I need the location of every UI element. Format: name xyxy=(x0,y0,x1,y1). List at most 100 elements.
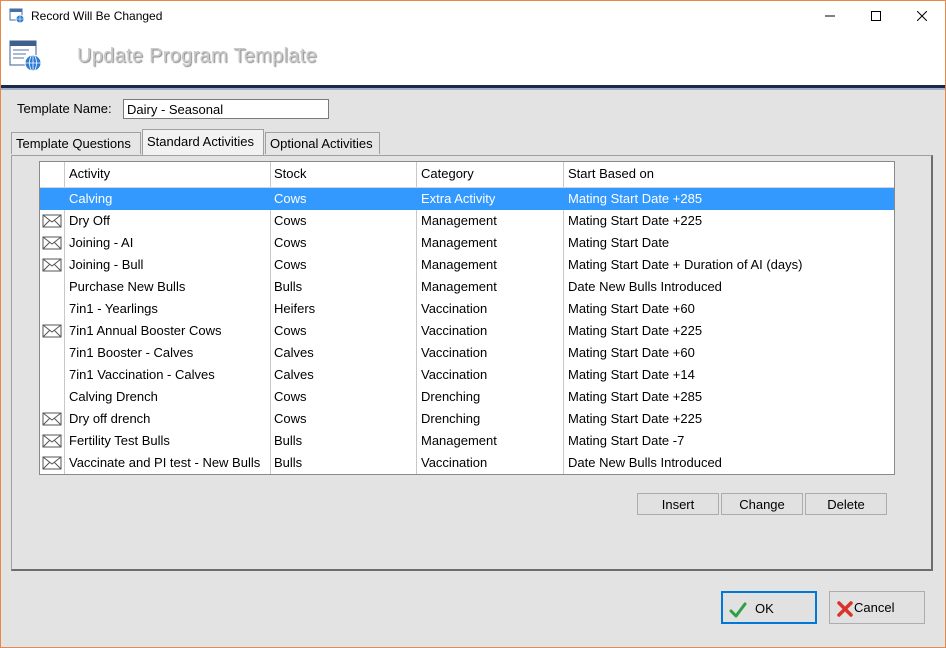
cell-activity: Calving Drench xyxy=(69,389,158,404)
cell-start: Mating Start Date xyxy=(568,235,670,250)
activities-grid[interactable]: Activity Stock Category Start Based on C… xyxy=(39,161,895,475)
cell-category: Management xyxy=(421,235,497,250)
cell-start: Mating Start Date +60 xyxy=(568,301,695,316)
cell-activity: Dry Off xyxy=(69,213,110,228)
column-header-stock[interactable]: Stock xyxy=(274,163,307,185)
dialog-window: Record Will Be Changed Update Program Te… xyxy=(0,0,946,648)
tab-label: Template Questions xyxy=(16,136,131,151)
template-name-input[interactable] xyxy=(123,99,329,119)
cancel-button[interactable]: Cancel xyxy=(829,591,925,624)
table-row[interactable]: Joining - AI Cows Management Mating Start D… xyxy=(40,232,894,254)
cell-category: Extra Activity xyxy=(421,191,496,206)
cell-stock: Bulls xyxy=(274,455,303,470)
tab-template-questions[interactable]: Template Questions xyxy=(11,132,141,154)
cell-start: Mating Start Date +225 xyxy=(568,213,703,228)
header-banner: Update Program Template xyxy=(1,31,945,85)
cell-start: Mating Start Date +285 xyxy=(568,191,703,206)
cell-activity: Joining - Bull xyxy=(69,257,144,272)
maximize-button[interactable] xyxy=(853,1,899,31)
cell-activity: 7in1 Vaccination - Calves xyxy=(69,367,215,382)
cell-activity: 7in1 Booster - Calves xyxy=(69,345,194,360)
insert-button-label: Insert xyxy=(661,497,695,512)
cell-stock: Bulls xyxy=(274,433,303,448)
cell-stock: Heifers xyxy=(274,301,316,316)
table-row[interactable]: 7in1 - Yearlings Heifers Vaccination Mating… xyxy=(40,298,894,320)
cell-category: Vaccination xyxy=(421,323,488,338)
envelope-icon xyxy=(42,258,62,272)
close-icon xyxy=(917,11,927,21)
cell-activity: Calving xyxy=(69,191,113,206)
cell-activity: 7in1 - Yearlings xyxy=(69,301,158,316)
ok-button[interactable]: OK xyxy=(721,591,817,624)
grid-header-row: Activity Stock Category Start Based on xyxy=(40,163,894,185)
minimize-button[interactable] xyxy=(807,1,853,31)
table-row[interactable]: Vaccinate and PI test - New Bulls Bulls Va… xyxy=(40,452,894,474)
envelope-icon xyxy=(42,434,62,448)
insert-button[interactable]: Insert xyxy=(637,493,719,515)
envelope-icon xyxy=(42,236,62,250)
cell-category: Drenching xyxy=(421,411,481,426)
minimize-icon xyxy=(825,15,835,17)
cell-start: Date New Bulls Introduced xyxy=(568,455,722,470)
table-row-selected[interactable]: Calving Cows Extra Activity Mating Start Da… xyxy=(40,188,894,210)
column-header-activity[interactable]: Activity xyxy=(69,163,110,185)
cell-start: Mating Start Date -7 xyxy=(568,433,685,448)
tab-label: Optional Activities xyxy=(270,136,373,151)
cell-stock: Calves xyxy=(274,345,314,360)
cell-start: Mating Start Date +225 xyxy=(568,323,703,338)
template-name-label: Template Name: xyxy=(17,101,112,116)
cell-stock: Cows xyxy=(274,213,307,228)
column-header-category[interactable]: Category xyxy=(421,163,474,185)
cell-category: Vaccination xyxy=(421,455,488,470)
cell-start: Mating Start Date + Duration of AI (days… xyxy=(568,257,803,272)
cell-start: Date New Bulls Introduced xyxy=(568,279,722,294)
table-row[interactable]: Dry off drench Cows Drenching Mating Start … xyxy=(40,408,894,430)
maximize-icon xyxy=(871,11,881,21)
table-row[interactable]: 7in1 Vaccination - Calves Calves Vaccinati… xyxy=(40,364,894,386)
cell-start: Mating Start Date +60 xyxy=(568,345,695,360)
cell-category: Management xyxy=(421,433,497,448)
envelope-icon xyxy=(42,324,62,338)
table-row[interactable]: Calving Drench Cows Drenching Mating Start … xyxy=(40,386,894,408)
template-globe-icon xyxy=(9,40,42,72)
cell-category: Management xyxy=(421,213,497,228)
tab-standard-activities[interactable]: Standard Activities xyxy=(142,129,264,155)
envelope-icon xyxy=(42,412,62,426)
cell-activity: 7in1 Annual Booster Cows xyxy=(69,323,222,338)
cell-activity: Purchase New Bulls xyxy=(69,279,186,294)
cell-stock: Cows xyxy=(274,411,307,426)
table-row[interactable]: Fertility Test Bulls Bulls Management Matin… xyxy=(40,430,894,452)
tab-optional-activities[interactable]: Optional Activities xyxy=(265,132,380,154)
delete-button[interactable]: Delete xyxy=(805,493,887,515)
cell-stock: Cows xyxy=(274,389,307,404)
header-divider-accent xyxy=(1,88,945,90)
cell-stock: Cows xyxy=(274,257,307,272)
cell-start: Mating Start Date +225 xyxy=(568,411,703,426)
table-row[interactable]: Purchase New Bulls Bulls Management Date Ne… xyxy=(40,276,894,298)
cell-category: Vaccination xyxy=(421,345,488,360)
ok-button-label: OK xyxy=(755,601,774,616)
cell-category: Management xyxy=(421,257,497,272)
table-row[interactable]: Joining - Bull Cows Management Mating Start… xyxy=(40,254,894,276)
tab-label: Standard Activities xyxy=(147,134,254,149)
close-button[interactable] xyxy=(899,1,945,31)
delete-button-label: Delete xyxy=(827,497,865,512)
cell-stock: Bulls xyxy=(274,279,303,294)
page-heading: Update Program Template xyxy=(77,45,317,67)
table-row[interactable]: 7in1 Annual Booster Cows Cows Vaccination M… xyxy=(40,320,894,342)
cancel-button-label: Cancel xyxy=(854,600,895,615)
cell-activity: Dry off drench xyxy=(69,411,151,426)
cell-start: Mating Start Date +285 xyxy=(568,389,703,404)
table-row[interactable]: 7in1 Booster - Calves Calves Vaccination Ma… xyxy=(40,342,894,364)
table-row[interactable]: Dry Off Cows Management Mating Start Date +… xyxy=(40,210,894,232)
cell-category: Vaccination xyxy=(421,367,488,382)
envelope-icon xyxy=(42,456,62,470)
cell-start: Mating Start Date +14 xyxy=(568,367,695,382)
change-button-label: Change xyxy=(739,497,785,512)
cancel-x-icon xyxy=(837,601,853,617)
cell-category: Vaccination xyxy=(421,301,488,316)
change-button[interactable]: Change xyxy=(721,493,803,515)
column-header-start-based-on[interactable]: Start Based on xyxy=(568,163,654,185)
cell-category: Drenching xyxy=(421,389,481,404)
cell-stock: Cows xyxy=(274,235,307,250)
